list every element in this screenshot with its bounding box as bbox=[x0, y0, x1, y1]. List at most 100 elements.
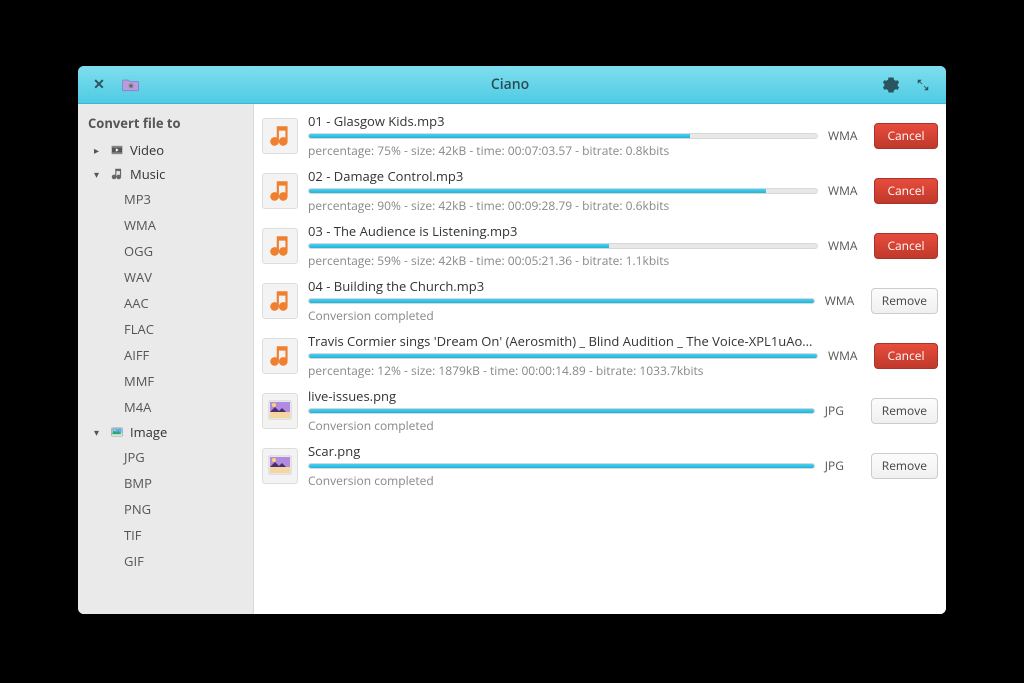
sidebar-category-label: Video bbox=[130, 141, 164, 159]
app-window: ✕ Ciano Convert file to ▸Video▾MusicMP3W… bbox=[78, 66, 946, 614]
video-icon bbox=[109, 142, 125, 158]
format-badge: WMA bbox=[828, 182, 864, 199]
sidebar-item-gif[interactable]: GIF bbox=[78, 548, 253, 574]
file-name: 01 - Glasgow Kids.mp3 bbox=[308, 112, 818, 130]
item-list: 01 - Glasgow Kids.mp3 percentage: 75% - s… bbox=[254, 104, 946, 614]
sidebar-category-image[interactable]: ▾ Image bbox=[78, 420, 253, 444]
gear-icon bbox=[882, 76, 900, 94]
chevron-right-icon: ▸ bbox=[94, 143, 104, 157]
sidebar-item-flac[interactable]: FLAC bbox=[78, 316, 253, 342]
conversion-row: Travis Cormier sings 'Dream On' (Aerosmi… bbox=[262, 328, 938, 383]
status-text: percentage: 12% - size: 1879kB - time: 0… bbox=[308, 362, 818, 379]
status-text: Conversion completed bbox=[308, 307, 815, 324]
progress-bar bbox=[308, 353, 818, 359]
progress-bar bbox=[308, 188, 818, 194]
folder-icon bbox=[121, 75, 141, 95]
window-title: Ciano bbox=[144, 75, 876, 94]
row-details: 02 - Damage Control.mp3 percentage: 90% -… bbox=[308, 167, 818, 214]
sidebar-item-tif[interactable]: TIF bbox=[78, 522, 253, 548]
sidebar-item-mmf[interactable]: MMF bbox=[78, 368, 253, 394]
remove-button[interactable]: Remove bbox=[871, 288, 938, 314]
status-text: percentage: 59% - size: 42kB - time: 00:… bbox=[308, 252, 818, 269]
sidebar-item-m4a[interactable]: M4A bbox=[78, 394, 253, 420]
file-name: 02 - Damage Control.mp3 bbox=[308, 167, 818, 185]
format-badge: WMA bbox=[825, 292, 861, 309]
file-name: Scar.png bbox=[308, 442, 815, 460]
sidebar-category-video[interactable]: ▸ Video bbox=[78, 138, 253, 162]
status-text: percentage: 75% - size: 42kB - time: 00:… bbox=[308, 142, 818, 159]
conversion-row: 01 - Glasgow Kids.mp3 percentage: 75% - s… bbox=[262, 108, 938, 163]
conversion-row: live-issues.png Conversion completed JPG Re… bbox=[262, 383, 938, 438]
sidebar-item-bmp[interactable]: BMP bbox=[78, 470, 253, 496]
maximize-button[interactable] bbox=[908, 72, 938, 98]
cancel-button[interactable]: Cancel bbox=[874, 178, 938, 204]
remove-button[interactable]: Remove bbox=[871, 398, 938, 424]
sidebar: Convert file to ▸ Video ▾ Music MP3WMAOGGWAV… bbox=[78, 104, 254, 614]
progress-bar bbox=[308, 408, 815, 414]
row-details: 01 - Glasgow Kids.mp3 percentage: 75% - s… bbox=[308, 112, 818, 159]
progress-bar bbox=[308, 243, 818, 249]
format-badge: WMA bbox=[828, 347, 864, 364]
sidebar-item-mp3[interactable]: MP3 bbox=[78, 186, 253, 212]
progress-fill bbox=[309, 189, 766, 193]
close-button[interactable]: ✕ bbox=[86, 72, 112, 98]
format-badge: JPG bbox=[825, 457, 861, 474]
progress-bar bbox=[308, 463, 815, 469]
expand-icon bbox=[916, 78, 930, 92]
conversion-row: 04 - Building the Church.mp3 Conversion c… bbox=[262, 273, 938, 328]
status-text: Conversion completed bbox=[308, 472, 815, 489]
row-details: live-issues.png Conversion completed bbox=[308, 387, 815, 434]
row-details: Scar.png Conversion completed bbox=[308, 442, 815, 489]
remove-button[interactable]: Remove bbox=[871, 453, 938, 479]
titlebar: ✕ Ciano bbox=[78, 66, 946, 104]
music-icon bbox=[109, 166, 125, 182]
sidebar-item-aiff[interactable]: AIFF bbox=[78, 342, 253, 368]
format-badge: WMA bbox=[828, 127, 864, 144]
music-thumb-icon bbox=[262, 173, 298, 209]
sidebar-category-label: Image bbox=[130, 423, 167, 441]
row-details: Travis Cormier sings 'Dream On' (Aerosmi… bbox=[308, 332, 818, 379]
image-thumb-icon bbox=[262, 448, 298, 484]
sidebar-item-jpg[interactable]: JPG bbox=[78, 444, 253, 470]
settings-button[interactable] bbox=[876, 72, 906, 98]
sidebar-item-ogg[interactable]: OGG bbox=[78, 238, 253, 264]
image-icon bbox=[109, 424, 125, 440]
sidebar-category-label: Music bbox=[130, 165, 165, 183]
conversion-row: 02 - Damage Control.mp3 percentage: 90% -… bbox=[262, 163, 938, 218]
progress-fill bbox=[309, 409, 814, 413]
conversion-row: 03 - The Audience is Listening.mp3 percen… bbox=[262, 218, 938, 273]
format-badge: JPG bbox=[825, 402, 861, 419]
progress-fill bbox=[309, 464, 814, 468]
music-thumb-icon bbox=[262, 338, 298, 374]
music-thumb-icon bbox=[262, 283, 298, 319]
file-name: Travis Cormier sings 'Dream On' (Aerosmi… bbox=[308, 332, 818, 350]
progress-fill bbox=[309, 244, 609, 248]
cancel-button[interactable]: Cancel bbox=[874, 343, 938, 369]
image-thumb-icon bbox=[262, 393, 298, 429]
file-name: live-issues.png bbox=[308, 387, 815, 405]
file-name: 03 - The Audience is Listening.mp3 bbox=[308, 222, 818, 240]
progress-fill bbox=[309, 354, 817, 358]
progress-fill bbox=[309, 299, 814, 303]
file-name: 04 - Building the Church.mp3 bbox=[308, 277, 815, 295]
progress-fill bbox=[309, 134, 690, 138]
chevron-down-icon: ▾ bbox=[94, 425, 104, 439]
sidebar-item-aac[interactable]: AAC bbox=[78, 290, 253, 316]
music-thumb-icon bbox=[262, 228, 298, 264]
cancel-button[interactable]: Cancel bbox=[874, 123, 938, 149]
sidebar-title: Convert file to bbox=[78, 110, 253, 138]
progress-bar bbox=[308, 298, 815, 304]
status-text: Conversion completed bbox=[308, 417, 815, 434]
format-badge: WMA bbox=[828, 237, 864, 254]
conversion-row: Scar.png Conversion completed JPG Remove bbox=[262, 438, 938, 493]
status-text: percentage: 90% - size: 42kB - time: 00:… bbox=[308, 197, 818, 214]
sidebar-item-png[interactable]: PNG bbox=[78, 496, 253, 522]
open-folder-button[interactable] bbox=[118, 72, 144, 98]
music-thumb-icon bbox=[262, 118, 298, 154]
cancel-button[interactable]: Cancel bbox=[874, 233, 938, 259]
sidebar-item-wav[interactable]: WAV bbox=[78, 264, 253, 290]
sidebar-category-music[interactable]: ▾ Music bbox=[78, 162, 253, 186]
row-details: 04 - Building the Church.mp3 Conversion c… bbox=[308, 277, 815, 324]
sidebar-item-wma[interactable]: WMA bbox=[78, 212, 253, 238]
chevron-down-icon: ▾ bbox=[94, 167, 104, 181]
